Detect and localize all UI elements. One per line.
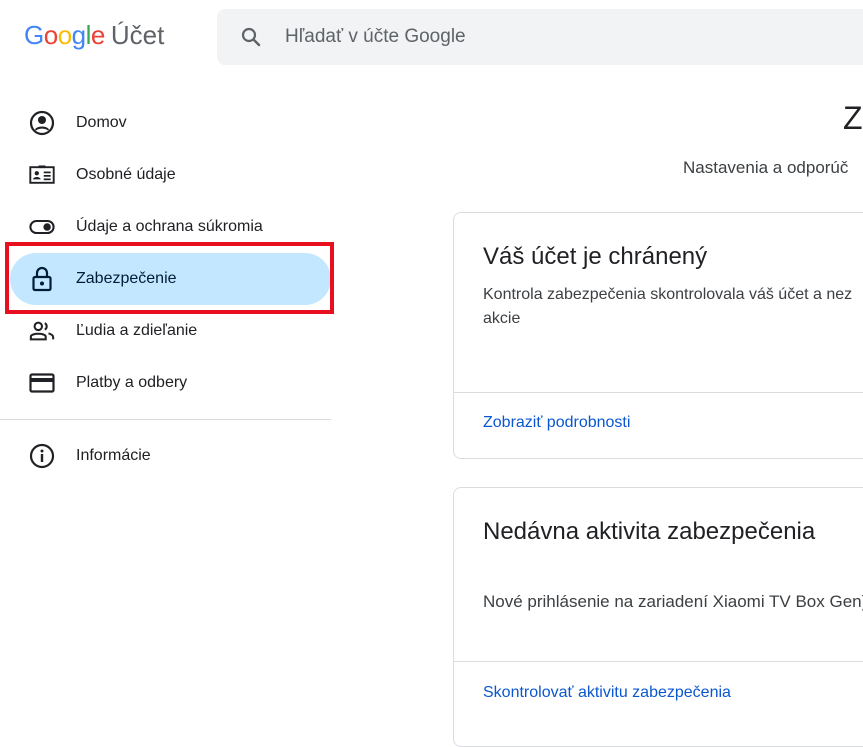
logo-product-name: Účet: [110, 20, 165, 50]
page-title: Z: [843, 100, 863, 136]
sidebar-item-label: Platby a odbery: [76, 374, 188, 391]
sidebar-item-label: Domov: [76, 114, 127, 131]
search-input[interactable]: [285, 26, 785, 48]
highlight-annotation: [5, 242, 334, 314]
account-protected-card: Váš účet je chránený Kontrola zabezpečen…: [453, 212, 863, 459]
sidebar-item-home[interactable]: Domov: [0, 97, 331, 149]
account-circle-icon: [29, 110, 55, 136]
sidebar-divider: [0, 419, 331, 420]
info-icon: [29, 443, 55, 469]
sidebar-item-payments[interactable]: Platby a odbery: [0, 357, 331, 409]
card-text: Nové prihlásenie na zariadení Xiaomi TV …: [483, 592, 863, 611]
card-text: Kontrola zabezpečenia skontrolovala váš …: [483, 286, 853, 327]
sidebar-item-personal-info[interactable]: Osobné údaje: [0, 149, 331, 201]
card-title: Váš účet je chránený: [483, 243, 708, 270]
sidebar-item-label: Ľudia a zdieľanie: [76, 322, 198, 339]
card-divider: [454, 661, 863, 662]
sidebar-item-label: Údaje a ochrana súkromia: [76, 218, 263, 235]
google-account-logo[interactable]: Google Účet: [24, 20, 164, 54]
logo-letter: o: [57, 20, 72, 50]
logo-letter: o: [43, 20, 58, 50]
google-logo: Google: [24, 20, 105, 51]
view-details-link[interactable]: Zobraziť podrobnosti: [483, 414, 630, 432]
search-icon[interactable]: [239, 25, 263, 49]
toggle-icon: [29, 214, 55, 240]
sidebar-item-label: Osobné údaje: [76, 166, 176, 183]
review-security-activity-link[interactable]: Skontrolovať aktivitu zabezpečenia: [483, 684, 731, 702]
logo-letter: g: [71, 20, 86, 50]
recent-security-activity-card: Nedávna aktivita zabezpečenia Nové prihl…: [453, 487, 863, 747]
id-card-icon: [29, 162, 55, 188]
card-divider: [454, 392, 863, 393]
credit-card-icon: [29, 370, 55, 396]
people-icon: [29, 318, 55, 344]
search-bar[interactable]: [217, 9, 863, 65]
sidebar-item-about[interactable]: Informácie: [0, 430, 331, 482]
page-subtitle: Nastavenia a odporúč: [683, 158, 849, 177]
top-bar: Google Účet: [0, 0, 863, 72]
sidebar-item-label: Informácie: [76, 447, 151, 464]
card-title: Nedávna aktivita zabezpečenia: [483, 518, 816, 545]
logo-letter: e: [90, 20, 105, 50]
logo-letter: G: [24, 20, 44, 50]
